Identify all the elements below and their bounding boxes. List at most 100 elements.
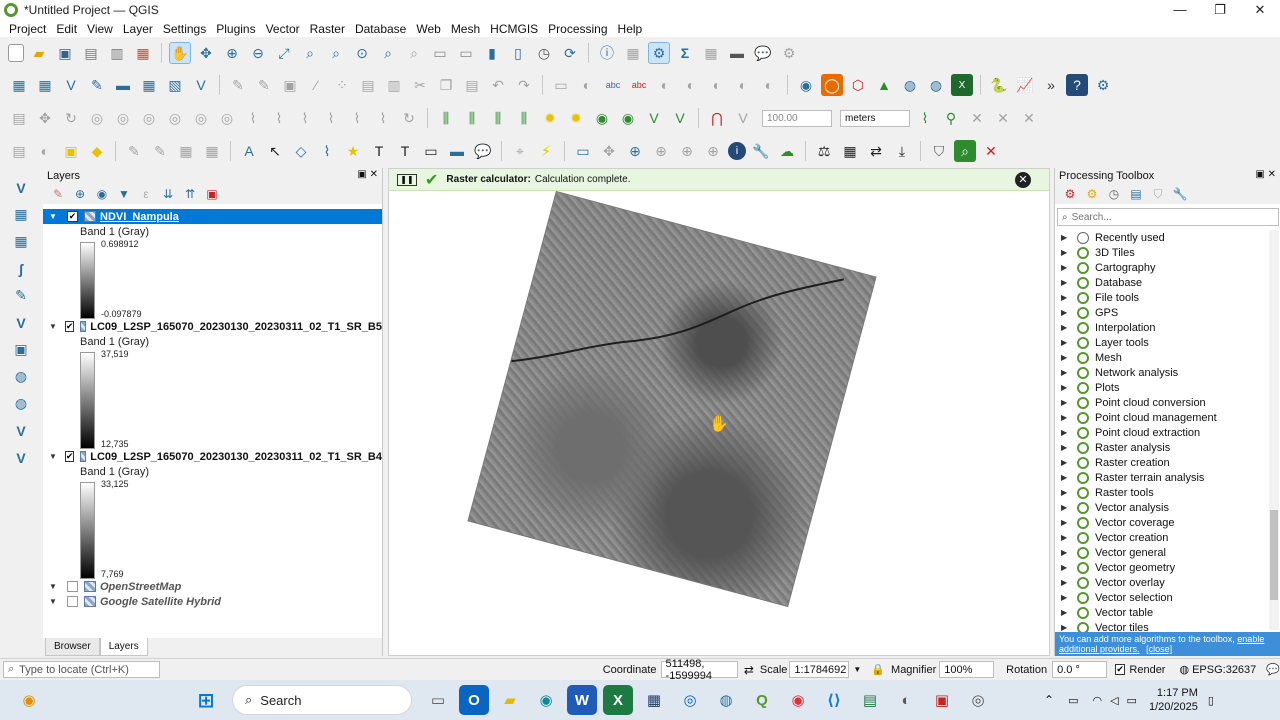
expand-triangle-icon[interactable]: ▶ [1061,293,1071,302]
help-contents-icon[interactable]: ? [1066,74,1088,96]
menu-processing[interactable]: Processing [543,22,612,36]
toolbox-search-input[interactable] [1071,211,1262,223]
toolbox-item[interactable]: ▶ Raster tools [1055,485,1269,500]
expand-triangle-icon[interactable]: ▶ [1061,368,1071,377]
more-tools-icon[interactable]: » [1040,74,1062,96]
open-project-icon[interactable]: ▰ [28,42,50,64]
plots-icon[interactable]: 📈 [1014,74,1036,96]
render-checkbox[interactable]: ✔ [1114,664,1126,675]
layer-row-google[interactable]: ▼ Google Satellite Hybrid [43,594,382,609]
start-button-icon[interactable]: ⊞ [191,685,221,715]
simplify-feature-icon[interactable]: ◎ [86,107,108,129]
expand-triangle-icon[interactable]: ▶ [1061,488,1071,497]
excel-file-icon[interactable]: ▤ [855,685,885,715]
annotation2-icon[interactable]: ◐ [34,140,56,162]
toolbox-item[interactable]: ▶ GPS [1055,305,1269,320]
label-toolbar-icon[interactable]: ▭ [550,74,572,96]
move-annotation-icon[interactable]: ⌖ [509,140,531,162]
edit-annotation3-icon[interactable]: ▦ [175,140,197,162]
weather-widget-icon[interactable]: ◉ [14,685,44,715]
crs-button[interactable]: EPSG:32637 [1192,664,1256,676]
select-light-icon[interactable]: ✹ [539,107,561,129]
cut-features-icon[interactable]: ✂ [409,74,431,96]
measure-line-icon[interactable]: ▬ [726,42,748,64]
tracing-icon[interactable]: ⌇ [914,107,936,129]
label-rotate-icon[interactable]: ◐ [680,74,702,96]
save-project-icon[interactable]: ▣ [54,42,76,64]
add-wfs-icon[interactable]: ◍ [9,365,33,388]
mesh-select2-icon[interactable]: ⊕ [650,140,672,162]
layer-visibility-checkbox[interactable] [67,581,78,592]
toolbox-gear-icon[interactable]: ⚙ [648,42,670,64]
self-snap-icon[interactable]: ✕ [1018,107,1040,129]
expand-triangle-icon[interactable]: ▶ [1061,353,1071,362]
select-invert-icon[interactable]: V [669,107,691,129]
toolbox-item[interactable]: ▶ Layer tools [1055,335,1269,350]
minimize-button[interactable]: — [1160,0,1200,20]
tray-chevron-icon[interactable]: ⌃ [1044,693,1054,707]
snapping-mode-icon[interactable]: V [732,107,754,129]
text-annotation-icon[interactable]: A [238,140,260,162]
toolbox-item[interactable]: ▶ Vector analysis [1055,500,1269,515]
split-parts-icon[interactable]: ⌇ [320,107,342,129]
hcmgis-geometry-icon[interactable]: ⬡ [847,74,869,96]
locator-box[interactable]: ⌕ Type to locate (Ctrl+K) [3,661,160,678]
temporal-controller-icon[interactable]: ◷ [533,42,555,64]
menu-vector[interactable]: Vector [261,22,305,36]
expand-triangle-icon[interactable]: ▶ [1061,233,1071,242]
expand-triangle-icon[interactable]: ▶ [1061,428,1071,437]
layer-row-osm[interactable]: ▼ OpenStreetMap [43,579,382,594]
zoom-full-icon[interactable]: ⤢ [273,42,295,64]
vpn-icon[interactable]: ◎ [675,685,705,715]
menu-edit[interactable]: Edit [51,22,82,36]
add-raster-side-icon[interactable]: ▦ [9,203,33,226]
expand-triangle-icon[interactable]: ▶ [1061,623,1071,632]
layer-row-ndvi[interactable]: ▼ ✔ NDVI_Nampula [43,209,382,224]
coordinate-field[interactable]: 511498, -1599994 [660,658,738,682]
layer-visibility-checkbox[interactable] [67,596,78,607]
word-icon[interactable]: W [567,685,597,715]
expand-triangle-icon[interactable]: ▶ [1061,338,1071,347]
menu-web[interactable]: Web [411,22,445,36]
expand-triangle-icon[interactable]: ▶ [1061,443,1071,452]
toolbox-scrollbar[interactable] [1269,230,1279,630]
remove-layer-icon[interactable]: ▣ [203,186,221,202]
toolbox-item[interactable]: ▶ Raster analysis [1055,440,1269,455]
identify-features-icon[interactable]: ⓘ [596,42,618,64]
delete-ring-icon[interactable]: ◎ [190,107,212,129]
new-bookmark-icon[interactable]: ▮ [481,42,503,64]
add-postgis-icon[interactable]: ʃ [9,257,33,280]
add-ring-icon[interactable]: ◎ [112,107,134,129]
label-show-hide-icon[interactable]: ◐ [732,74,754,96]
panel-float-close-icon[interactable]: ▣ ✕ [1255,169,1276,180]
expand-triangle-icon[interactable]: ▶ [1061,383,1071,392]
offset-curve-icon[interactable]: ⌇ [268,107,290,129]
digitize-pencil-icon[interactable]: ✎ [227,74,249,96]
gps-tools-icon[interactable]: ⚡ [535,140,557,162]
toolbox-item[interactable]: ▶ Network analysis [1055,365,1269,380]
line-annotation-icon[interactable]: ⌇ [316,140,338,162]
outlook-icon[interactable]: O [459,685,489,715]
add-vector-tile-icon[interactable]: ▣ [9,338,33,361]
shield-plugin-icon[interactable]: ⛉ [928,140,950,162]
add-raster-layer-icon[interactable]: ▦ [138,74,160,96]
toggle-extents-icon[interactable]: ⇄ [744,663,754,677]
tray-volume-icon[interactable]: ◁ [1110,694,1118,707]
zoom-selection-icon[interactable]: ⌕ [299,42,321,64]
maximize-button[interactable]: ❐ [1200,0,1240,20]
add-arcgis-icon[interactable]: V [9,419,33,442]
label-pin-icon[interactable]: ◐ [576,74,598,96]
reshape-icon[interactable]: ⌇ [242,107,264,129]
browser-globe-icon[interactable]: ◍ [711,685,741,715]
refresh-icon[interactable]: ⟳ [559,42,581,64]
menu-help[interactable]: Help [613,22,648,36]
tools-icon[interactable]: 🔧 [750,140,772,162]
add-wcs-icon[interactable]: ◍ [9,392,33,415]
delete-part-icon[interactable]: ◎ [216,107,238,129]
toolbox-item[interactable]: ▶ Vector coverage [1055,515,1269,530]
merge-attributes-icon[interactable]: ⌇ [372,107,394,129]
magnifier-field[interactable]: 100% [939,661,995,678]
avoid-overlap-icon[interactable]: ✕ [966,107,988,129]
toolbox-item[interactable]: ▶ Point cloud extraction [1055,425,1269,440]
intersection-snap-icon[interactable]: ✕ [992,107,1014,129]
